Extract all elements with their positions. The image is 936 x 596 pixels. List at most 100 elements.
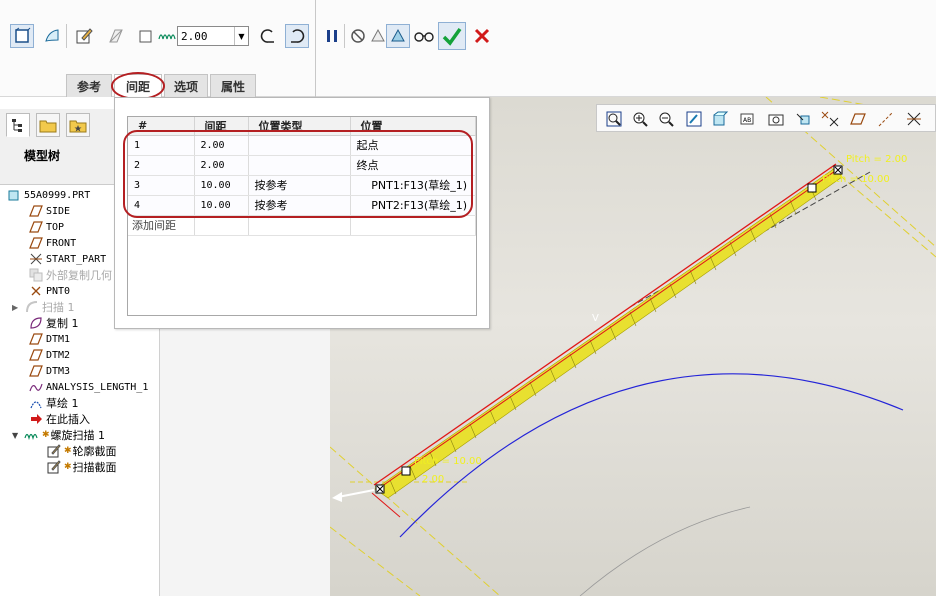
thicken-button[interactable] xyxy=(134,24,158,48)
tree-item-pnt0[interactable]: PNT0 xyxy=(28,283,70,299)
helical-sweep-dashboard: 2.00 ▼ 参考 间距 选项 属性 xyxy=(0,0,936,100)
csys-toggle[interactable] xyxy=(903,108,925,130)
spin-center-button[interactable] xyxy=(793,108,815,130)
refit-button[interactable] xyxy=(603,108,625,130)
pitch-icon xyxy=(158,29,176,46)
favorites-folder-icon xyxy=(69,120,87,133)
pitch-label-top[interactable]: Pitch = 2.00 xyxy=(846,154,907,165)
remove-material-icon xyxy=(109,29,123,43)
tree-item-dtm2[interactable]: DTM2 xyxy=(28,347,70,363)
repaint-button[interactable] xyxy=(683,108,705,130)
analysis-icon xyxy=(28,380,44,394)
datum-planes-icon xyxy=(850,113,866,125)
graphics-toolbar: AB xyxy=(596,104,936,132)
tree-item-helical-sweep[interactable]: ▼ ✱ 螺旋扫描 1 xyxy=(12,427,105,443)
zoom-out-button[interactable] xyxy=(655,108,677,130)
datum-plane-icon xyxy=(28,364,44,378)
folder-icon xyxy=(39,120,57,133)
edit-section-button[interactable] xyxy=(72,24,96,48)
tree-item-insert-here[interactable]: 在此插入 xyxy=(28,411,90,427)
add-pitch-link[interactable]: 添加间距 xyxy=(128,215,195,236)
pitch-label-bottom[interactable]: Pitch = 10.00 xyxy=(414,456,482,467)
tree-item-copy[interactable]: 复制 1 xyxy=(28,315,79,331)
csys-icon xyxy=(907,112,921,126)
verify-button[interactable] xyxy=(412,24,436,48)
chevron-down-icon[interactable]: ▼ xyxy=(234,27,248,45)
pitch-label-bottom2[interactable]: 2.00 xyxy=(422,474,444,485)
coordinate-system-icon xyxy=(28,252,44,266)
tab-folder-browser[interactable] xyxy=(36,113,60,137)
pitch-point-marker[interactable] xyxy=(807,183,817,193)
solid-button[interactable] xyxy=(10,24,34,48)
tree-item-sweep[interactable]: ▶ 扫描 1 xyxy=(12,299,75,315)
tree-item-part[interactable]: 55A0999.PRT xyxy=(6,187,90,203)
datum-plane-icon xyxy=(28,332,44,346)
empty-area xyxy=(160,328,330,596)
tree-item-start-part[interactable]: START_PART xyxy=(28,251,106,267)
tab-options[interactable]: 选项 xyxy=(164,74,208,97)
tab-references[interactable]: 参考 xyxy=(66,74,112,97)
right-handed-icon xyxy=(291,29,305,43)
expand-arrow-icon[interactable]: ▶ xyxy=(12,303,24,312)
insert-here-icon xyxy=(28,412,44,426)
tree-item-side[interactable]: SIDE xyxy=(28,203,70,219)
thicken-icon xyxy=(139,30,152,43)
direction-arrow[interactable] xyxy=(337,489,375,498)
left-handed-button[interactable] xyxy=(256,24,280,48)
zoom-in-button[interactable] xyxy=(629,108,651,130)
ok-button[interactable] xyxy=(438,22,466,50)
pitch-point-marker[interactable] xyxy=(401,466,411,476)
sketch-edit-icon xyxy=(46,460,62,474)
part-icon xyxy=(6,188,22,202)
surface-icon xyxy=(45,29,59,42)
datum-axes-toggle[interactable] xyxy=(875,108,897,130)
cancel-button[interactable] xyxy=(470,24,494,48)
zoom-in-icon xyxy=(633,112,648,127)
tree-item-external-copy-geom[interactable]: 外部复制几何 xyxy=(28,267,112,283)
tree-item-sketch[interactable]: 草绘 1 xyxy=(28,395,79,411)
solid-icon xyxy=(15,27,31,43)
repaint-icon xyxy=(686,111,702,127)
tree-item-dtm3[interactable]: DTM3 xyxy=(28,363,70,379)
right-handed-button[interactable] xyxy=(285,24,309,48)
tab-favorites[interactable] xyxy=(66,113,90,137)
left-handed-icon xyxy=(260,29,274,43)
sketch-arc xyxy=(579,506,751,596)
helical-sweep-icon xyxy=(24,428,40,442)
tree-item-dtm1[interactable]: DTM1 xyxy=(28,331,70,347)
tab-model-tree[interactable] xyxy=(6,113,30,137)
datum-planes-toggle[interactable] xyxy=(847,108,869,130)
sketch-edit-icon xyxy=(76,28,93,44)
copy-geometry-icon xyxy=(28,268,44,282)
tree-item-profile-section[interactable]: ✱ 轮廓截面 xyxy=(46,443,117,459)
model-tree-icon xyxy=(12,119,22,132)
svg-text:AB: AB xyxy=(743,117,751,124)
display-style-button[interactable] xyxy=(709,108,731,130)
datum-points-toggle[interactable] xyxy=(819,108,841,130)
datum-point-icon xyxy=(28,284,44,298)
datum-plane-icon xyxy=(28,348,44,362)
tab-properties[interactable]: 属性 xyxy=(210,74,256,97)
saved-views-icon: AB xyxy=(740,113,754,125)
collapse-arrow-icon[interactable]: ▼ xyxy=(12,431,24,440)
datum-plane-icon xyxy=(28,204,44,218)
datum-points-icon xyxy=(821,111,839,127)
tree-item-top[interactable]: TOP xyxy=(28,219,64,235)
remove-material-button[interactable] xyxy=(104,24,128,48)
preview-feature-button[interactable] xyxy=(386,24,410,48)
tree-item-sweep-section[interactable]: ✱ 扫描截面 xyxy=(46,459,117,475)
pause-button[interactable] xyxy=(320,24,344,48)
saved-views-button[interactable]: AB xyxy=(737,108,759,130)
pitch-value-combo[interactable]: 2.00 ▼ xyxy=(177,26,249,46)
add-pitch-row[interactable]: 添加间距 xyxy=(128,215,476,236)
tree-item-analysis-length[interactable]: ANALYSIS_LENGTH_1 xyxy=(28,379,148,395)
surface-button[interactable] xyxy=(40,24,64,48)
sketch-icon xyxy=(28,396,44,410)
datum-plane-icon xyxy=(28,236,44,250)
datum-plane-icon xyxy=(28,220,44,234)
tree-item-front[interactable]: FRONT xyxy=(28,235,76,251)
pitch-value-input[interactable]: 2.00 xyxy=(178,30,234,43)
model-tree-title: 模型树 xyxy=(24,149,61,163)
pitch-label-top2[interactable]: Pitch = 10.00 xyxy=(822,174,890,185)
view-manager-button[interactable] xyxy=(765,108,787,130)
